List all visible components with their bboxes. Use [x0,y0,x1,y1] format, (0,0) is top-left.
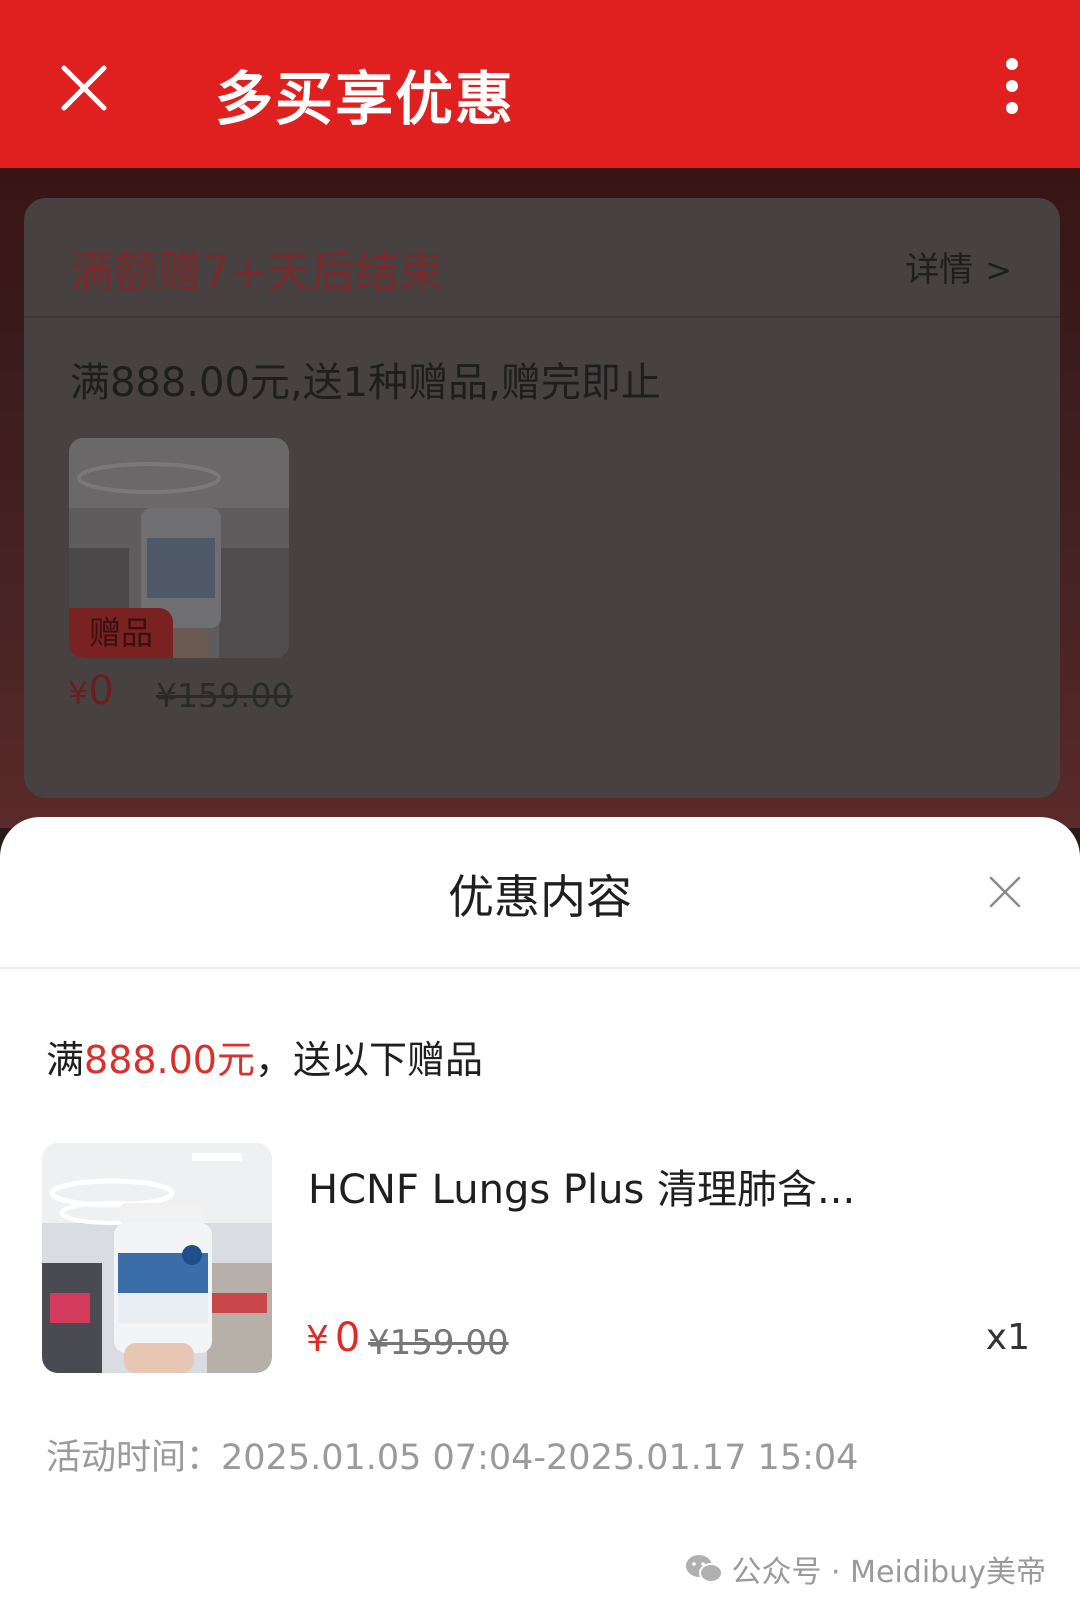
sheet-title: 优惠内容 [448,870,632,924]
gift-quantity: x1 [985,1317,1030,1358]
promo-price-value: 0 [88,668,114,714]
gift-product-image[interactable] [42,1143,272,1373]
condition-amount: 888.00元 [84,1038,255,1082]
promo-detail-link[interactable]: 详情 > [905,242,1012,291]
activity-time-label: 活动时间： [46,1438,222,1478]
promo-original-price: ¥159.00 [156,676,293,715]
gift-price-symbol: ¥ [306,1319,329,1360]
promo-title: 满额赠7+天后结束 [70,247,443,298]
divider [0,967,1080,969]
product-photo [42,1143,272,1373]
promo-card: 满额赠7+天后结束 详情 > 满888.00元,送1种赠品,赠完即止 赠品 ¥0 … [24,198,1060,798]
gift-original-price: ¥159.00 [368,1323,509,1363]
gift-product-name[interactable]: HCNF Lungs Plus 清理肺含... [308,1157,928,1215]
gift-condition: 满888.00元，送以下赠品 [46,1029,483,1084]
close-icon[interactable] [988,875,1022,909]
offer-bottom-sheet: 优惠内容 满888.00元，送以下赠品 HCNF Lungs Plus 清理肺含… [0,817,1080,1613]
wechat-icon [685,1555,723,1583]
activity-time: 活动时间：2025.01.05 07:04-2025.01.17 15:04 [46,1429,858,1480]
gift-price: ¥0 [306,1315,360,1361]
gift-price-value: 0 [334,1315,361,1361]
condition-prefix: 满 [46,1038,85,1082]
promo-price-symbol: ¥ [68,674,89,712]
more-vertical-icon[interactable] [1002,56,1022,116]
chevron-right-icon: > [985,251,1012,289]
watermark: 公众号 · Meidibuy美帝 [684,1547,1046,1591]
watermark-text: 公众号 · Meidibuy美帝 [731,1555,1046,1590]
promo-condition: 满888.00元,送1种赠品,赠完即止 [70,360,661,406]
close-icon[interactable] [58,62,110,114]
promo-gift-image[interactable]: 赠品 [69,438,289,658]
top-bar: 多买享优惠 [0,0,1080,168]
page-title: 多买享优惠 [215,65,516,133]
promo-price: ¥0 [68,668,114,714]
activity-time-range: 2025.01.05 07:04-2025.01.17 15:04 [221,1438,859,1478]
condition-suffix: ，送以下赠品 [254,1038,483,1082]
gift-badge: 赠品 [69,608,173,658]
promo-detail-label: 详情 [905,250,974,290]
promo-card-header: 满额赠7+天后结束 详情 > [24,198,1060,318]
